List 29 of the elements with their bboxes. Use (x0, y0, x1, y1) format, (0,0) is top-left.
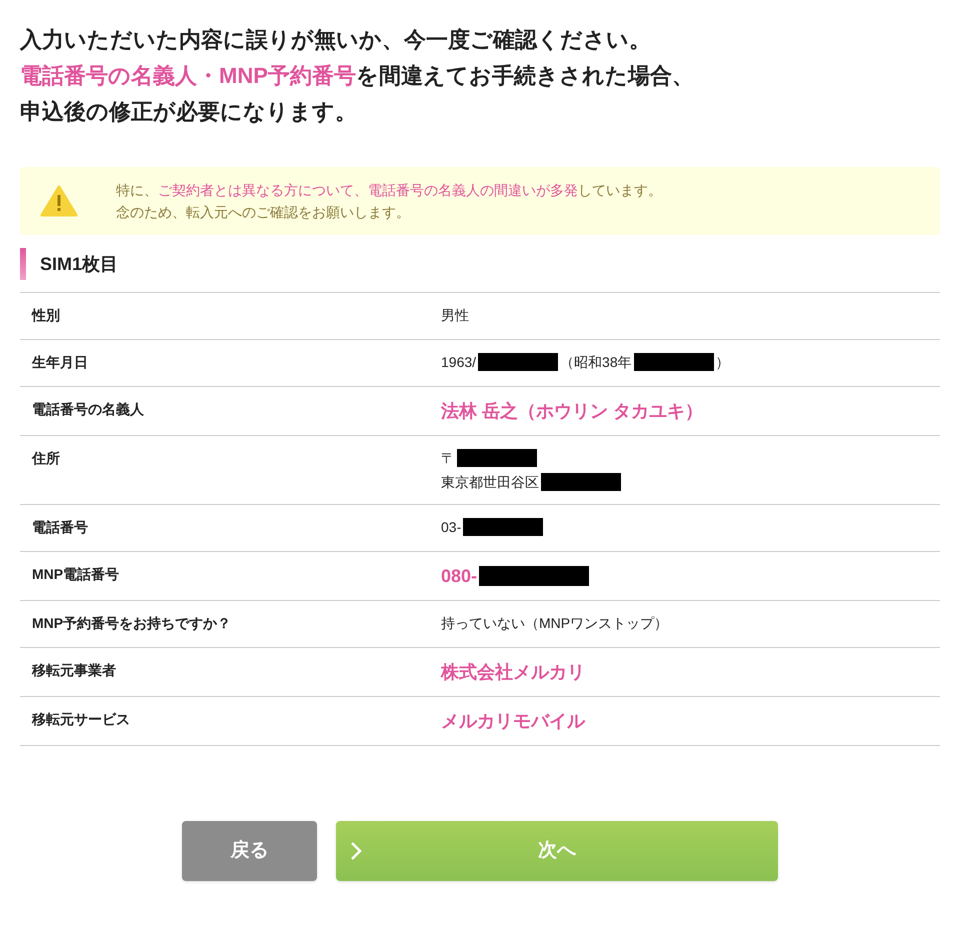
field-label: MNP予約番号をお持ちですか？ (32, 615, 232, 631)
back-button[interactable]: 戻る (182, 821, 317, 881)
field-value: 法林 岳之（ホウリン タカユキ） (441, 400, 704, 423)
field-label: 生年月日 (32, 354, 88, 370)
chevron-right-icon (350, 841, 362, 861)
field-value: 1963/ (441, 353, 476, 372)
field-value: 03- (441, 518, 462, 537)
field-value: 東京都世田谷区 (441, 473, 539, 492)
section-marker (20, 248, 26, 280)
field-label: MNP電話番号 (32, 566, 120, 582)
field-label: 電話番号の名義人 (32, 401, 144, 417)
field-label: 性別 (32, 307, 60, 323)
field-value: ） (716, 353, 730, 372)
warning-icon (40, 185, 78, 217)
headline: 入力いただいた内容に誤りが無いか、今一度ご確認ください。 電話番号の名義人・MNP予約番号を間違えてお手続きされた場合、 申込後の修正が必要になります。 (20, 26, 695, 126)
next-button[interactable]: 次へ (336, 821, 778, 881)
warning-text: 特に、ご契約者とは異なる方について、電話番号の名義人の間違いが多発 しています。 念のため、転入元へのご確認をお願いします。 (116, 181, 662, 222)
field-value: 〒 (441, 449, 455, 468)
field-value: 株式会社メルカリ (441, 661, 585, 684)
field-label: 移転元事業者 (32, 662, 116, 678)
field-value: 080- (441, 565, 478, 588)
field-value: 男性 (441, 306, 469, 325)
field-label: 住所 (32, 450, 60, 466)
field-label: 電話番号 (32, 519, 88, 535)
field-value: 持っていない（MNPワンストップ） (441, 614, 668, 633)
field-value: メルカリモバイル (441, 710, 585, 733)
section-title: SIM1枚目 (40, 252, 118, 276)
field-label: 移転元サービス (32, 711, 130, 727)
field-value: （昭和38年 (560, 353, 632, 372)
